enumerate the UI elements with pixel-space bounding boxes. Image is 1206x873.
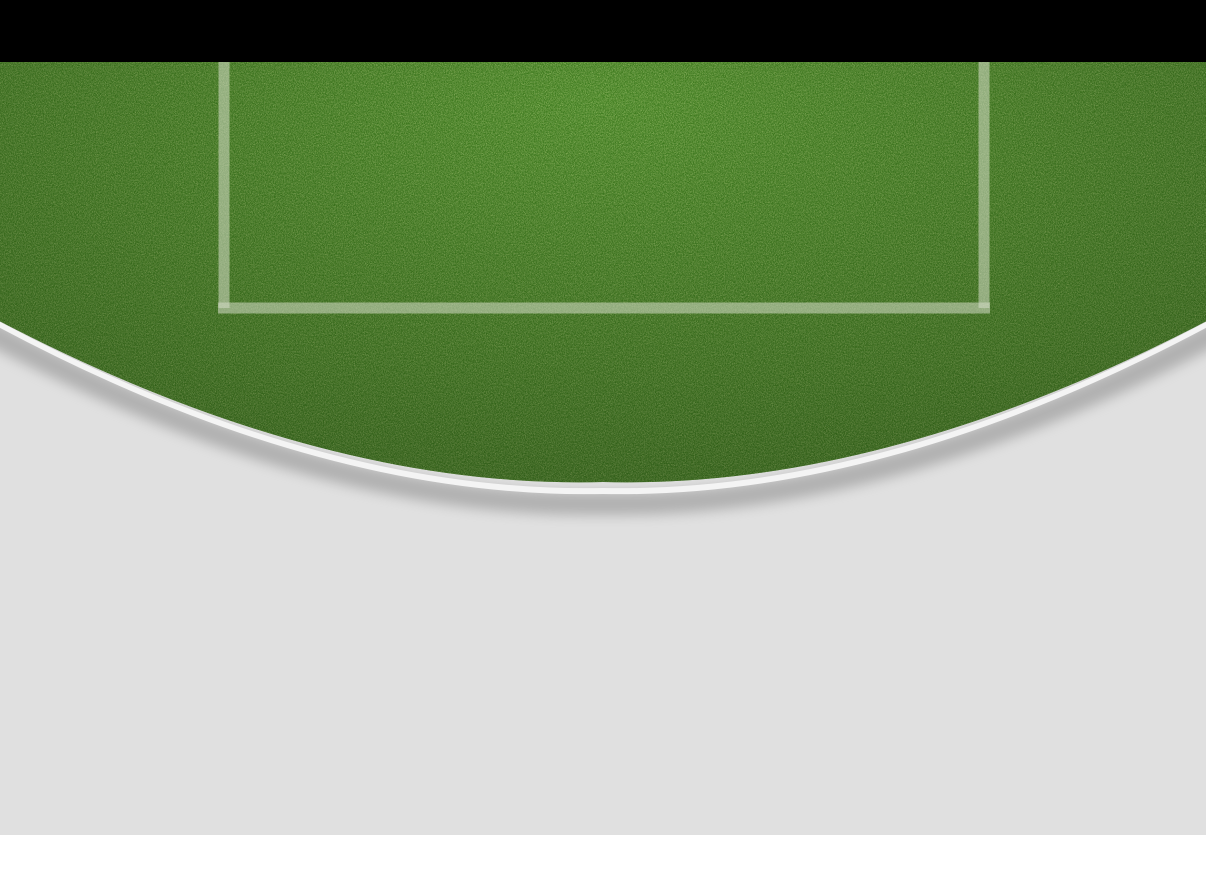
top-bar [0,0,1206,62]
bottom-strip [0,835,1206,873]
pitch-field [0,0,1206,516]
game-stage [0,0,1206,835]
